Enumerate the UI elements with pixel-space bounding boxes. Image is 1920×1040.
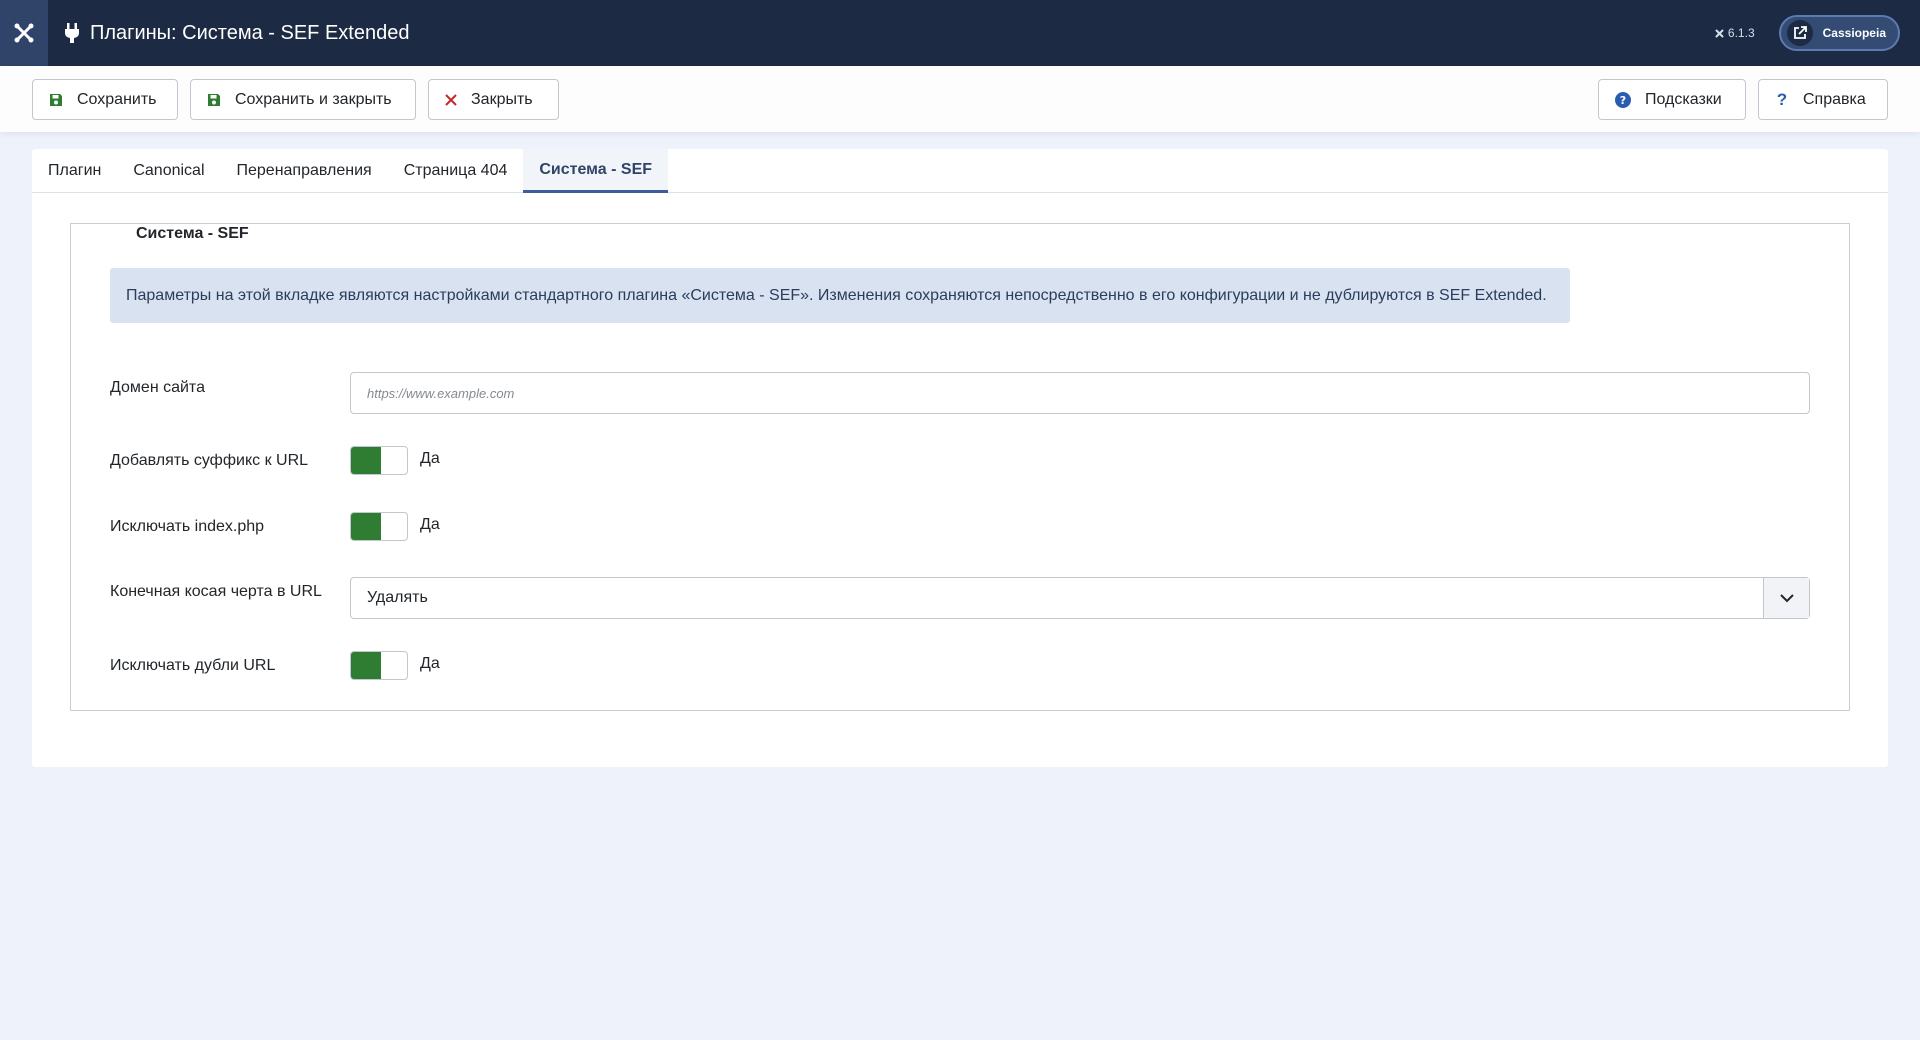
- duplicates-toggle[interactable]: [350, 651, 408, 680]
- chevron-down-icon: [1763, 578, 1809, 618]
- joomla-logo[interactable]: [0, 0, 48, 66]
- tab-plugin[interactable]: Плагин: [32, 149, 117, 193]
- joomla-version: 6.1.3: [1714, 26, 1755, 40]
- page-title-text: Плагины: Система - SEF Extended: [90, 21, 410, 44]
- close-icon: [445, 93, 457, 106]
- close-label: Закрыть: [471, 90, 533, 108]
- floppy-disk-icon: [207, 93, 221, 107]
- domain-input[interactable]: https://www.example.com: [350, 372, 1810, 414]
- tab-bar: Плагин Canonical Перенаправления Страниц…: [32, 149, 1888, 193]
- question-circle-icon: ?: [1615, 91, 1631, 108]
- trailing-slash-label: Конечная косая черта в URL: [110, 583, 322, 600]
- save-close-button[interactable]: Сохранить и закрыть: [190, 79, 416, 120]
- external-link-icon: [1786, 20, 1813, 46]
- page-title: Плагины: Система - SEF Extended: [64, 22, 409, 45]
- svg-text:?: ?: [1620, 94, 1626, 107]
- close-button[interactable]: Закрыть: [428, 79, 559, 120]
- hints-button[interactable]: ? Подсказки: [1598, 79, 1746, 120]
- info-alert: Параметры на этой вкладке являются настр…: [110, 268, 1570, 323]
- site-preview-label: Cassiopeia: [1822, 26, 1886, 40]
- joomla-small-icon: [1715, 29, 1724, 37]
- domain-placeholder: https://www.example.com: [367, 385, 515, 401]
- tab-redirects[interactable]: Перенаправления: [221, 149, 388, 193]
- top-header: Плагины: Система - SEF Extended 6.1.3 Ca…: [0, 0, 1920, 66]
- help-button[interactable]: ? Справка: [1758, 79, 1888, 120]
- floppy-disk-icon: [49, 93, 63, 107]
- save-close-label: Сохранить и закрыть: [235, 90, 392, 108]
- question-mark-icon: ?: [1776, 89, 1788, 109]
- site-preview-button[interactable]: Cassiopeia: [1778, 15, 1900, 51]
- duplicates-label: Исключать дубли URL: [110, 657, 276, 674]
- tab-canonical[interactable]: Canonical: [117, 149, 220, 193]
- hints-label: Подсказки: [1645, 90, 1722, 108]
- joomla-logo-icon: [14, 23, 34, 43]
- index-php-toggle-value: Да: [420, 516, 440, 533]
- trailing-slash-value: Удалять: [367, 589, 428, 606]
- save-label: Сохранить: [77, 90, 157, 108]
- domain-label: Домен сайта: [110, 379, 205, 396]
- suffix-toggle[interactable]: [350, 446, 408, 475]
- version-text: 6.1.3: [1727, 26, 1755, 40]
- suffix-toggle-value: Да: [420, 450, 440, 467]
- fieldset-legend: Система - SEF: [120, 224, 265, 244]
- tab-system-sef[interactable]: Система - SEF: [523, 149, 669, 193]
- duplicates-toggle-value: Да: [420, 655, 440, 672]
- save-button[interactable]: Сохранить: [32, 79, 178, 120]
- trailing-slash-select[interactable]: Удалять: [350, 577, 1810, 619]
- toolbar: Сохранить Сохранить и закрыть Закрыть ? …: [0, 66, 1920, 132]
- help-label: Справка: [1803, 90, 1866, 108]
- plug-icon: [64, 23, 80, 43]
- settings-card: Плагин Canonical Перенаправления Страниц…: [32, 149, 1888, 767]
- info-alert-text: Параметры на этой вкладке являются настр…: [126, 286, 1547, 304]
- index-php-toggle[interactable]: [350, 512, 408, 541]
- tab-404-page[interactable]: Страница 404: [388, 149, 524, 193]
- index-php-label: Исключать index.php: [110, 518, 265, 535]
- suffix-label: Добавлять суффикс к URL: [110, 452, 309, 469]
